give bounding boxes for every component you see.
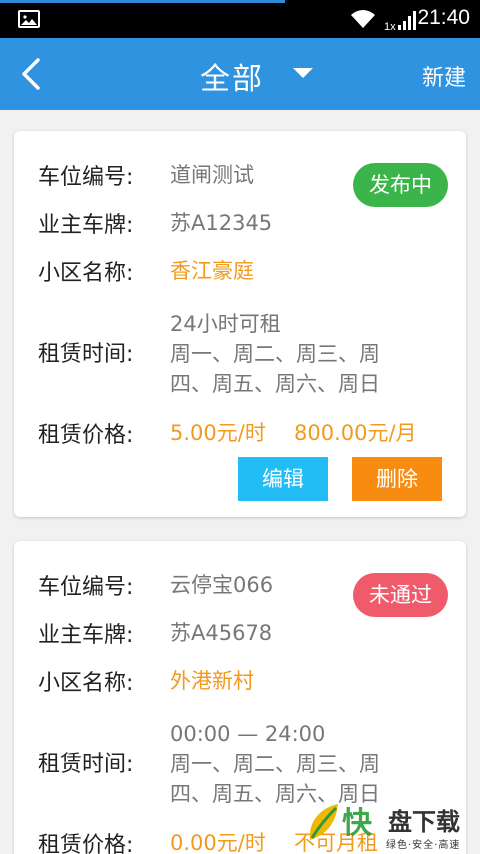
network-type-text: 1x — [384, 21, 396, 31]
status-time: 21:40 — [417, 6, 470, 29]
plate-label: 业主车牌: — [38, 213, 134, 238]
rent-time-line: 24小时可租 — [170, 312, 281, 336]
community-value: 外港新村 — [170, 669, 254, 693]
community-label: 小区名称: — [38, 261, 134, 286]
wifi-icon — [351, 10, 375, 28]
status-badge: 发布中 — [353, 163, 448, 207]
dropdown-caret-icon[interactable] — [293, 68, 313, 78]
leaf-logo-icon — [309, 804, 338, 840]
signal-icon: 1x — [384, 11, 416, 31]
spot-number-label: 车位编号: — [38, 575, 134, 600]
rent-time-line: 00:00 — 24:00 — [170, 722, 326, 746]
plate-value: 苏A45678 — [170, 621, 273, 645]
rent-time-line: 周一、周二、周三、周 — [170, 342, 380, 366]
page-title[interactable]: 全部 — [200, 54, 264, 98]
status-bar: 1x 21:40 — [0, 0, 480, 38]
price-hour-value: 0.00元/时 — [170, 831, 266, 854]
rent-price-label: 租赁价格: — [38, 833, 134, 854]
back-arrow-icon[interactable] — [14, 56, 50, 92]
status-accent-line — [0, 0, 285, 3]
status-badge: 未通过 — [353, 573, 448, 617]
gallery-notification-icon — [18, 10, 40, 28]
watermark-slogan: 绿色·安全·高速 — [386, 840, 461, 851]
rent-time-label: 租赁时间: — [38, 342, 134, 367]
rent-price-label: 租赁价格: — [38, 423, 134, 448]
rent-time-label: 租赁时间: — [38, 752, 134, 777]
edit-button[interactable]: 编辑 — [238, 457, 328, 501]
watermark-char: 快 — [342, 806, 372, 841]
spot-number-label: 车位编号: — [38, 165, 134, 190]
rent-time-line: 四、周五、周六、周日 — [170, 372, 380, 396]
listing-card[interactable]: 车位编号: 道闸测试 发布中 业主车牌: 苏A12345 小区名称: 香江豪庭 … — [14, 131, 466, 517]
price-month-value: 800.00元/月 — [294, 421, 417, 445]
watermark-logo: 快 盘下载 绿色·安全·高速 — [300, 796, 480, 854]
community-value: 香江豪庭 — [170, 259, 254, 283]
plate-label: 业主车牌: — [38, 623, 134, 648]
plate-value: 苏A12345 — [170, 211, 273, 235]
community-label: 小区名称: — [38, 671, 134, 696]
spot-number-value: 云停宝066 — [170, 573, 274, 597]
spot-number-value: 道闸测试 — [170, 163, 254, 187]
price-hour-value: 5.00元/时 — [170, 421, 266, 445]
delete-button[interactable]: 删除 — [352, 457, 442, 501]
app-bar: 全部 新建 — [0, 38, 480, 110]
rent-time-value: 24小时可租 周一、周二、周三、周 四、周五、周六、周日 — [170, 309, 410, 399]
rent-time-line: 周一、周二、周三、周 — [170, 752, 380, 776]
watermark-brand: 盘下载 — [388, 808, 460, 836]
new-button[interactable]: 新建 — [422, 60, 466, 92]
